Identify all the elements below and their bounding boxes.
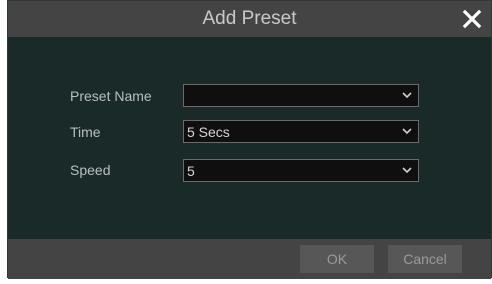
cancel-button[interactable]: Cancel	[388, 245, 462, 273]
time-label: Time	[70, 124, 101, 140]
dialog-title: Add Preset	[202, 8, 297, 29]
ok-button[interactable]: OK	[300, 245, 374, 273]
speed-value: 5	[187, 163, 195, 179]
chevron-down-icon	[402, 92, 412, 99]
add-preset-dialog: Add Preset Preset Name Time 5 Secs Speed…	[7, 0, 492, 279]
preset-name-label: Preset Name	[70, 88, 152, 104]
speed-select[interactable]: 5	[183, 159, 419, 182]
close-icon[interactable]	[462, 9, 482, 29]
time-value: 5 Secs	[187, 124, 230, 140]
dialog-body: Preset Name Time 5 Secs Speed 5	[8, 37, 491, 239]
time-select[interactable]: 5 Secs	[183, 120, 419, 143]
dialog-titlebar: Add Preset	[8, 1, 491, 37]
dialog-footer: OK Cancel	[8, 239, 491, 279]
chevron-down-icon	[402, 128, 412, 135]
preset-name-select[interactable]	[183, 84, 419, 107]
speed-label: Speed	[70, 162, 111, 178]
chevron-down-icon	[402, 167, 412, 174]
